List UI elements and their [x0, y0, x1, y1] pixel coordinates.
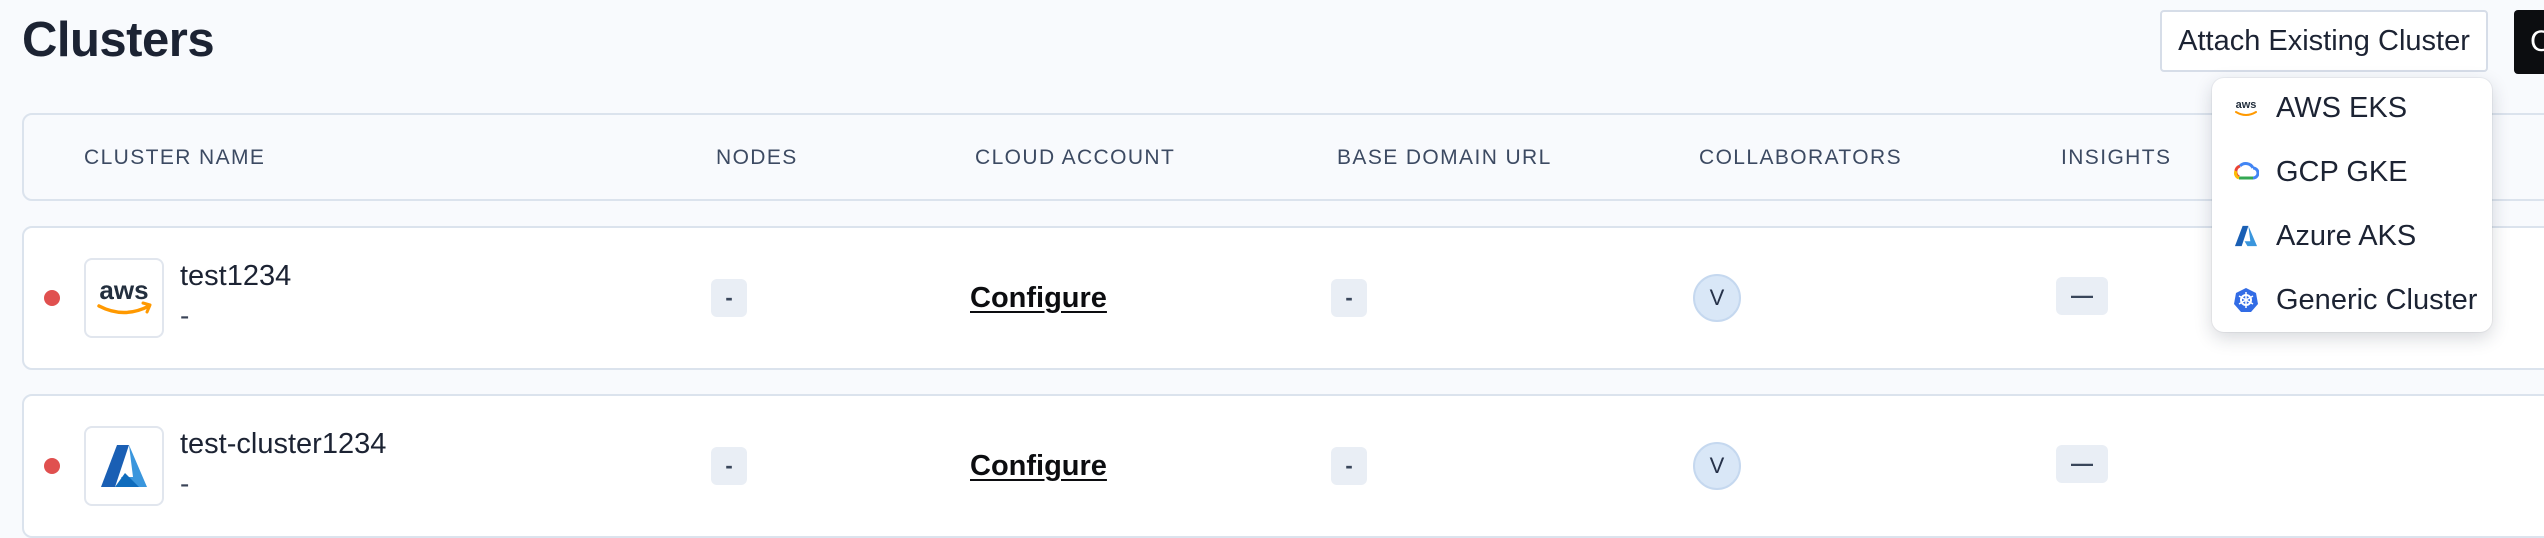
dropdown-item-aws-eks[interactable]: aws AWS EKS [2212, 78, 2492, 138]
column-header-cloud-account: CLOUD ACCOUNT [975, 146, 1176, 169]
base-domain-chip: - [1331, 447, 1367, 485]
status-dot [44, 290, 60, 306]
azure-icon [2232, 222, 2260, 250]
svg-text:aws: aws [99, 275, 148, 305]
column-header-cluster-name: CLUSTER NAME [84, 146, 266, 169]
collaborator-avatar[interactable]: V [1693, 274, 1741, 322]
column-header-nodes: NODES [716, 146, 798, 169]
base-domain-chip: - [1331, 279, 1367, 317]
cluster-subtitle: - [180, 300, 190, 331]
column-header-insights: INSIGHTS [2061, 146, 2172, 169]
collaborator-avatar[interactable]: V [1693, 442, 1741, 490]
column-header-collaborators: COLLABORATORS [1699, 146, 1902, 169]
gcp-icon [2232, 158, 2260, 186]
status-dot [44, 458, 60, 474]
dropdown-item-label: AWS EKS [2276, 92, 2408, 124]
aws-logo-icon: aws [84, 258, 164, 338]
cluster-subtitle: - [180, 468, 190, 499]
page-title: Clusters [22, 13, 215, 67]
insights-chip[interactable]: — [2056, 277, 2108, 315]
attach-existing-cluster-button[interactable]: Attach Existing Cluster [2160, 10, 2488, 72]
dropdown-item-generic-cluster[interactable]: Generic Cluster [2212, 270, 2492, 330]
table-row[interactable] [22, 226, 2544, 370]
dropdown-item-label: Azure AKS [2276, 220, 2417, 252]
table-row[interactable] [22, 394, 2544, 538]
configure-cloud-account-link[interactable]: Configure [970, 282, 1107, 315]
svg-text:aws: aws [2236, 99, 2257, 111]
column-header-base-domain-url: BASE DOMAIN URL [1337, 146, 1552, 169]
aws-icon: aws [2232, 94, 2260, 122]
azure-logo-icon [84, 426, 164, 506]
cluster-name[interactable]: test1234 [180, 260, 291, 293]
dropdown-item-gcp-gke[interactable]: GCP GKE [2212, 142, 2492, 202]
create-cluster-button[interactable]: C [2514, 10, 2544, 74]
cluster-name[interactable]: test-cluster1234 [180, 428, 386, 461]
kubernetes-icon [2232, 286, 2260, 314]
insights-chip[interactable]: — [2056, 445, 2108, 483]
dropdown-item-label: GCP GKE [2276, 156, 2408, 188]
nodes-chip: - [711, 447, 747, 485]
nodes-chip: - [711, 279, 747, 317]
dropdown-item-label: Generic Cluster [2276, 284, 2478, 316]
dropdown-item-azure-aks[interactable]: Azure AKS [2212, 206, 2492, 266]
attach-cluster-dropdown: aws AWS EKS GCP GKE Azure AKS Generic Cl… [2212, 78, 2492, 332]
configure-cloud-account-link[interactable]: Configure [970, 450, 1107, 483]
